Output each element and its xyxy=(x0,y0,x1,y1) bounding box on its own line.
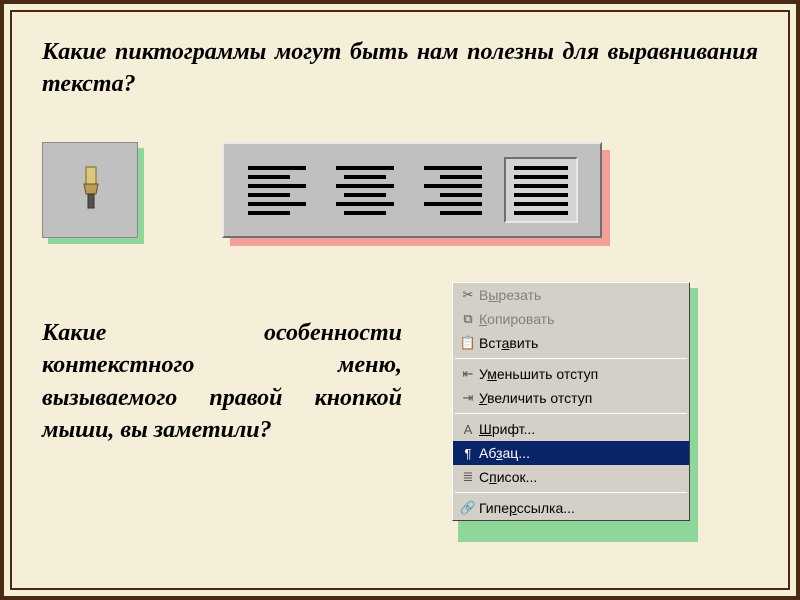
align-justify-button[interactable] xyxy=(504,157,578,223)
context-menu-item[interactable]: ¶Абзац... xyxy=(453,441,689,465)
context-menu-item[interactable]: 📋Вставить xyxy=(453,331,689,355)
context-menu-separator xyxy=(455,413,687,414)
context-menu-item[interactable]: ⧉Копировать xyxy=(453,307,689,331)
context-menu-panel: ✂Вырезать⧉Копировать📋Вставить⇤Уменьшить … xyxy=(452,282,692,521)
question-1-text: Какие пиктограммы могут быть нам полезны… xyxy=(42,36,758,101)
cut-icon: ✂ xyxy=(457,287,479,303)
unindent-icon: ⇤ xyxy=(457,366,479,382)
context-menu-item[interactable]: ⇥Увеличить отступ xyxy=(453,386,689,410)
context-menu-item[interactable]: AШрифт... xyxy=(453,417,689,441)
context-menu-separator xyxy=(455,358,687,359)
context-menu-item-label: Уменьшить отступ xyxy=(479,366,681,382)
context-menu-item-label: Вставить xyxy=(479,335,681,351)
align-right-button[interactable] xyxy=(416,157,490,223)
indent-icon: ⇥ xyxy=(457,390,479,406)
question-2-text: Какие особенности контекстного меню, выз… xyxy=(42,317,402,447)
context-menu-separator xyxy=(455,492,687,493)
context-menu-item[interactable]: ⇤Уменьшить отступ xyxy=(453,362,689,386)
context-menu-item-label: Увеличить отступ xyxy=(479,390,681,406)
align-left-button[interactable] xyxy=(240,157,314,223)
paste-icon: 📋 xyxy=(457,335,479,351)
format-painter-panel xyxy=(42,142,146,246)
list-icon: ≣ xyxy=(457,469,479,485)
context-menu-item[interactable]: 🔗Гиперссылка... xyxy=(453,496,689,520)
context-menu-item[interactable]: ≣Список... xyxy=(453,465,689,489)
font-icon: A xyxy=(457,422,479,437)
alignment-toolbar xyxy=(222,142,610,246)
format-painter-icon[interactable] xyxy=(66,164,114,217)
context-menu-item-label: Список... xyxy=(479,469,681,485)
context-menu-item-label: Шрифт... xyxy=(479,421,681,437)
context-menu-item-label: Гиперссылка... xyxy=(479,500,681,516)
context-menu: ✂Вырезать⧉Копировать📋Вставить⇤Уменьшить … xyxy=(452,282,690,521)
align-center-button[interactable] xyxy=(328,157,402,223)
link-icon: 🔗 xyxy=(457,500,479,516)
context-menu-item[interactable]: ✂Вырезать xyxy=(453,283,689,307)
context-menu-item-label: Копировать xyxy=(479,311,681,327)
context-menu-item-label: Абзац... xyxy=(479,445,681,461)
context-menu-item-label: Вырезать xyxy=(479,287,681,303)
para-icon: ¶ xyxy=(457,446,479,461)
copy-icon: ⧉ xyxy=(457,311,479,327)
